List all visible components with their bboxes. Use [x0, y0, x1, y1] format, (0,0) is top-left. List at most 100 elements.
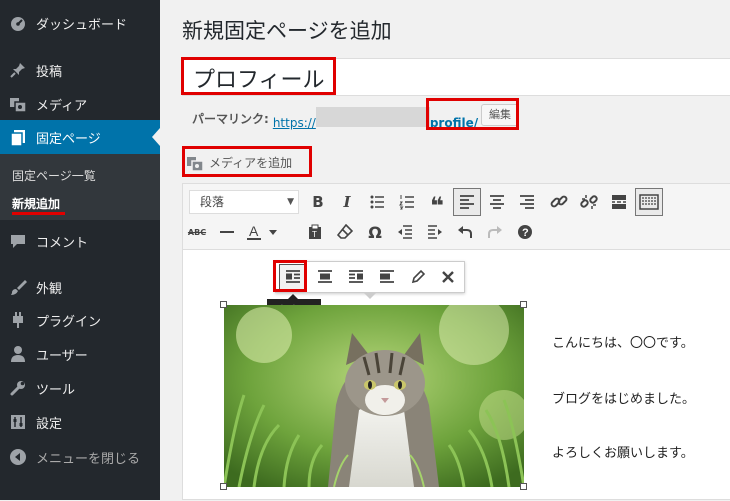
submenu-all-pages[interactable]: 固定ページ一覧 — [12, 167, 96, 184]
pages-icon — [0, 129, 36, 147]
menu-users[interactable]: ユーザー — [0, 337, 160, 371]
menu-posts[interactable]: 投稿 — [0, 53, 160, 87]
menu-plugins[interactable]: プラグイン — [0, 303, 160, 337]
content-paragraph: ブログをはじめました。 — [552, 392, 696, 407]
highlight-box-add-media — [182, 146, 312, 177]
horizontal-line-button[interactable] — [213, 218, 241, 246]
outdent-button[interactable] — [391, 218, 419, 246]
image-toolbar-pointer — [363, 292, 377, 299]
content-paragraph: よろしくお願いします。 — [552, 446, 694, 461]
menu-media[interactable]: メディア — [0, 87, 160, 121]
menu-tools[interactable]: ツール — [0, 371, 160, 405]
menu-appearance[interactable]: 外観 — [0, 270, 160, 304]
resize-handle[interactable] — [520, 483, 527, 490]
undo-button[interactable] — [451, 218, 479, 246]
read-more-button[interactable] — [605, 188, 633, 216]
bullet-list-button[interactable] — [363, 188, 391, 216]
highlight-box-title — [181, 57, 336, 95]
page-title: 新規固定ページを追加 — [182, 19, 392, 43]
format-select-value: 段落 — [200, 195, 225, 209]
image-edit-button[interactable] — [404, 264, 432, 290]
menu-media-label: メディア — [36, 98, 88, 114]
align-center-icon — [318, 270, 332, 283]
paste-text-button[interactable]: T — [301, 218, 329, 246]
highlight-box-align-left — [273, 260, 307, 292]
help-icon: ? — [518, 225, 532, 239]
align-center-icon — [490, 195, 504, 209]
menu-posts-label: 投稿 — [36, 64, 63, 80]
blockquote-button[interactable]: ❝ — [423, 188, 451, 220]
align-left-icon — [460, 195, 474, 209]
menu-settings[interactable]: 設定 — [0, 405, 160, 439]
plugin-icon — [0, 311, 36, 329]
content-paragraph: こんにちは、〇〇です。 — [552, 336, 694, 351]
format-select[interactable]: 段落 ▼ — [189, 190, 299, 214]
user-icon — [0, 345, 36, 363]
menu-pages[interactable]: 固定ページ — [0, 120, 160, 155]
unlink-button[interactable] — [575, 188, 603, 216]
menu-users-label: ユーザー — [36, 348, 88, 364]
svg-text:?: ? — [522, 227, 529, 239]
image-align-center-button[interactable] — [311, 264, 339, 290]
help-button[interactable]: ? — [511, 218, 539, 246]
toolbar-toggle-icon — [639, 194, 659, 210]
remove-icon — [442, 271, 454, 283]
pin-icon — [0, 61, 36, 79]
submenu-add-new[interactable]: 新規追加 — [12, 195, 60, 212]
resize-handle[interactable] — [220, 483, 227, 490]
horizontal-line-icon — [220, 231, 234, 233]
redo-icon — [488, 226, 502, 238]
menu-dashboard-label: ダッシュボード — [36, 17, 128, 33]
menu-appearance-label: 外観 — [36, 281, 63, 297]
image-align-none-button[interactable] — [373, 264, 401, 290]
blockquote-icon: ❝ — [429, 192, 445, 220]
image-align-right-button[interactable] — [342, 264, 370, 290]
chevron-down-icon: ▼ — [287, 197, 294, 207]
align-right-icon — [349, 270, 363, 283]
svg-text:T: T — [312, 230, 317, 239]
media-icon — [0, 95, 36, 113]
align-none-icon — [380, 270, 394, 283]
visual-editor: 段落 ▼ B I ❝ ABC A T Ω ? こんにちは、〇〇です。 ブログをは… — [182, 183, 730, 500]
strikethrough-button[interactable]: ABC — [183, 218, 211, 246]
menu-collapse[interactable]: メニューを閉じる — [0, 440, 160, 474]
dashboard-icon — [0, 14, 36, 32]
editor-content[interactable]: 左寄せ — [183, 250, 730, 501]
indent-icon — [428, 225, 442, 239]
main-content: 新規固定ページを追加 プロフィール パーマリンク: https://profil… — [160, 0, 730, 500]
brush-icon — [0, 278, 36, 296]
menu-collapse-label: メニューを閉じる — [36, 451, 141, 467]
menu-tools-label: ツール — [36, 382, 76, 398]
bold-button[interactable]: B — [304, 188, 332, 216]
align-left-button[interactable] — [453, 188, 481, 216]
highlight-underline — [12, 212, 65, 215]
resize-handle[interactable] — [220, 301, 227, 308]
read-more-icon — [612, 195, 626, 209]
resize-handle[interactable] — [520, 301, 527, 308]
align-center-button[interactable] — [483, 188, 511, 216]
text-color-button[interactable]: A — [243, 218, 283, 246]
clear-formatting-icon — [337, 224, 353, 239]
align-right-button[interactable] — [513, 188, 541, 216]
current-menu-arrow — [152, 128, 160, 146]
permalink-url-prefix: https:// — [272, 116, 316, 130]
italic-button[interactable]: I — [333, 188, 361, 216]
special-character-button[interactable]: Ω — [361, 218, 389, 246]
redo-button[interactable] — [481, 218, 509, 246]
settings-icon — [0, 413, 36, 431]
bullet-list-icon — [370, 195, 384, 209]
italic-icon: I — [343, 193, 351, 211]
text-color-icon: A — [247, 223, 277, 240]
pages-submenu: 固定ページ一覧 新規追加 — [0, 154, 160, 220]
image-remove-button[interactable] — [434, 264, 462, 290]
menu-comments[interactable]: コメント — [0, 224, 160, 258]
link-button[interactable] — [545, 188, 573, 216]
numbered-list-button[interactable] — [393, 188, 421, 216]
menu-dashboard[interactable]: ダッシュボード — [0, 6, 160, 40]
indent-button[interactable] — [421, 218, 449, 246]
permalink-label: パーマリンク: — [192, 112, 269, 126]
clear-formatting-button[interactable] — [331, 218, 359, 246]
cat-photo[interactable] — [224, 305, 524, 487]
highlight-box-permalink — [426, 98, 519, 130]
toolbar-toggle-button[interactable] — [635, 188, 663, 216]
